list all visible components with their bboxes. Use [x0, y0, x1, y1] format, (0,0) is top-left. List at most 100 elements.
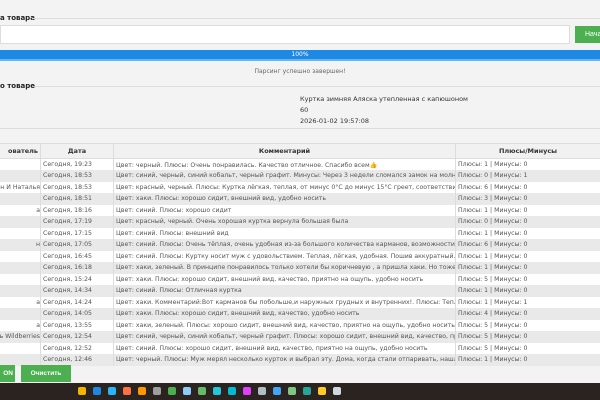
taskbar-app-icon[interactable]	[93, 387, 101, 395]
cell-pros-cons: Плюсы: 5 | Минусы: 0	[455, 273, 600, 285]
taskbar-app-icon[interactable]	[138, 387, 146, 395]
cell-user	[0, 158, 41, 170]
cell-user	[0, 354, 41, 366]
table-row[interactable]: Сегодня, 18:51 Цвет: хаки. Плюсы: хорошо …	[0, 193, 600, 205]
table-row[interactable]: Сегодня, 15:24 Цвет: хаки. Плюсы: хорошо …	[0, 273, 600, 285]
header-user[interactable]: ователь	[0, 143, 41, 159]
cell-date: Сегодня, 15:24	[40, 273, 114, 285]
table-row[interactable]: Сегодня, 16:45 Цвет: синий. Плюсы: Куртку…	[0, 250, 600, 262]
cell-user: а	[0, 204, 41, 216]
cell-user	[0, 308, 41, 320]
header-date[interactable]: Дата	[40, 143, 114, 159]
product-fieldset-legend: о товаре	[0, 82, 36, 90]
table-row[interactable]: Сегодня, 14:34 Цвет: синий. Плюсы: Отличн…	[0, 285, 600, 297]
divider	[0, 128, 600, 129]
cell-user	[0, 193, 41, 205]
cell-date: Сегодня, 17:05	[40, 239, 114, 251]
cell-user	[0, 342, 41, 354]
cell-user: а	[0, 319, 41, 331]
cell-date: Сегодня, 14:34	[40, 285, 114, 297]
table-row[interactable]: а Сегодня, 14:24 Цвет: хаки. Комментарий:В…	[0, 296, 600, 308]
taskbar-app-icon[interactable]	[153, 387, 161, 395]
table-row[interactable]: а Сегодня, 13:55 Цвет: хаки, зеленый. Плюс…	[0, 319, 600, 331]
cell-pros-cons: Плюсы: 0 | Минусы: 1	[455, 170, 600, 182]
cell-user: а	[0, 296, 41, 308]
table-row[interactable]: Сегодня, 18:53 Цвет: синий, черный, синий…	[0, 170, 600, 182]
cell-date: Сегодня, 19:23	[40, 158, 114, 170]
table-row[interactable]: Сегодня, 14:05 Цвет: хаки. Плюсы: хорошо …	[0, 308, 600, 320]
product-name: Куртка зимняя Аляска утепленная с капюшо…	[300, 95, 468, 103]
taskbar-app-icon[interactable]	[213, 387, 221, 395]
table-row[interactable]: Сегодня, 17:15 Цвет: синий. Плюсы: внешни…	[0, 227, 600, 239]
cell-comment: Цвет: синий. Плюсы: Очень тёплая, очень …	[113, 239, 456, 251]
cell-user	[0, 273, 41, 285]
cell-user	[0, 262, 41, 274]
table-row[interactable]: Сегодня, 17:19 Цвет: красный, черный. Оче…	[0, 216, 600, 228]
cell-date: Сегодня, 18:53	[40, 181, 114, 193]
cell-pros-cons: Плюсы: 1 | Минусы: 0	[455, 354, 600, 366]
cell-comment: Цвет: синий. Плюсы: хорошо сидит	[113, 204, 456, 216]
table-row[interactable]: а Сегодня, 18:16 Цвет: синий. Плюсы: хорош…	[0, 204, 600, 216]
product-datetime: 2026-01-02 19:57:08	[300, 117, 370, 125]
cell-comment: Цвет: синий. Плюсы: хорошо сидит, внешни…	[113, 342, 456, 354]
taskbar-app-icon[interactable]	[303, 387, 311, 395]
start-button[interactable]: Нача	[575, 26, 600, 43]
cell-comment: Цвет: хаки, зеленый. В принципе понравил…	[113, 262, 456, 274]
taskbar-app-icon[interactable]	[123, 387, 131, 395]
taskbar-app-icon[interactable]	[258, 387, 266, 395]
taskbar-app-icon[interactable]	[273, 387, 281, 395]
cell-date: Сегодня, 18:53	[40, 170, 114, 182]
taskbar-app-icon[interactable]	[288, 387, 296, 395]
cell-pros-cons: Плюсы: 5 | Минусы: 0	[455, 342, 600, 354]
cell-comment: Цвет: хаки. Плюсы: хорошо сидит, внешний…	[113, 193, 456, 205]
taskbar	[0, 383, 600, 400]
cell-pros-cons: Плюсы: 1 | Минусы: 0	[455, 250, 600, 262]
header-pros-cons[interactable]: Плюсы/Минусы	[455, 143, 600, 159]
cell-date: Сегодня, 17:15	[40, 227, 114, 239]
cell-pros-cons: Плюсы: 5 | Минусы: 0	[455, 331, 600, 343]
cell-user: н И Наталья	[0, 181, 41, 193]
cell-user: ь Wildberries	[0, 331, 41, 343]
cell-pros-cons: Плюсы: 1 | Минусы: 1	[455, 296, 600, 308]
table-row[interactable]: н И Наталья Сегодня, 18:53 Цвет: красный, …	[0, 181, 600, 193]
table-row[interactable]: Сегодня, 12:52 Цвет: синий. Плюсы: хорошо…	[0, 342, 600, 354]
cell-pros-cons: Плюсы: 4 | Минусы: 0	[455, 308, 600, 320]
cell-pros-cons: Плюсы: 1 | Минусы: 0	[455, 262, 600, 274]
taskbar-app-icon[interactable]	[333, 387, 341, 395]
cell-user: н	[0, 239, 41, 251]
divider	[32, 18, 600, 19]
cell-date: Сегодня, 17:19	[40, 216, 114, 228]
header-comment[interactable]: Комментарий	[113, 143, 456, 159]
taskbar-app-icon[interactable]	[183, 387, 191, 395]
cell-comment: Цвет: синий, черный, синий кобальт, черн…	[113, 170, 456, 182]
taskbar-app-icon[interactable]	[318, 387, 326, 395]
cell-pros-cons: Плюсы: 5 | Минусы: 0	[455, 319, 600, 331]
cell-date: Сегодня, 12:54	[40, 331, 114, 343]
table-row[interactable]: Сегодня, 12:46 Цвет: черный. Плюсы: Муж м…	[0, 354, 600, 366]
taskbar-app-icon[interactable]	[108, 387, 116, 395]
cell-date: Сегодня, 16:45	[40, 250, 114, 262]
cell-date: Сегодня, 14:05	[40, 308, 114, 320]
cell-comment: Цвет: хаки. Плюсы: хорошо сидит, внешний…	[113, 308, 456, 320]
cell-pros-cons: Плюсы: 1 | Минусы: 0	[455, 285, 600, 297]
taskbar-app-icon[interactable]	[198, 387, 206, 395]
table-row[interactable]: ь Wildberries Сегодня, 12:54 Цвет: синий, …	[0, 331, 600, 343]
json-button[interactable]: ON	[0, 365, 15, 382]
cell-pros-cons: Плюсы: 1 | Минусы: 0	[455, 204, 600, 216]
cell-pros-cons: Плюсы: 1 | Минусы: 0	[455, 158, 600, 170]
taskbar-app-icon[interactable]	[243, 387, 251, 395]
clear-button[interactable]: Очистить	[21, 365, 71, 382]
cell-user	[0, 216, 41, 228]
cell-comment: Цвет: синий. Плюсы: Отличная куртка	[113, 285, 456, 297]
table-row[interactable]: Сегодня, 16:18 Цвет: хаки, зеленый. В при…	[0, 262, 600, 274]
url-input[interactable]	[0, 25, 570, 44]
taskbar-app-icon[interactable]	[228, 387, 236, 395]
table-row[interactable]: Сегодня, 19:23 Цвет: черный. Плюсы: Очень…	[0, 158, 600, 170]
url-fieldset-legend: а товара	[0, 14, 35, 22]
taskbar-app-icon[interactable]	[168, 387, 176, 395]
cell-date: Сегодня, 16:18	[40, 262, 114, 274]
taskbar-app-icon[interactable]	[78, 387, 86, 395]
table-row[interactable]: н Сегодня, 17:05 Цвет: синий. Плюсы: Очень…	[0, 239, 600, 251]
cell-comment: Цвет: синий, черный, синий кобальт, черн…	[113, 331, 456, 343]
cell-comment: Цвет: синий. Плюсы: внешний вид	[113, 227, 456, 239]
